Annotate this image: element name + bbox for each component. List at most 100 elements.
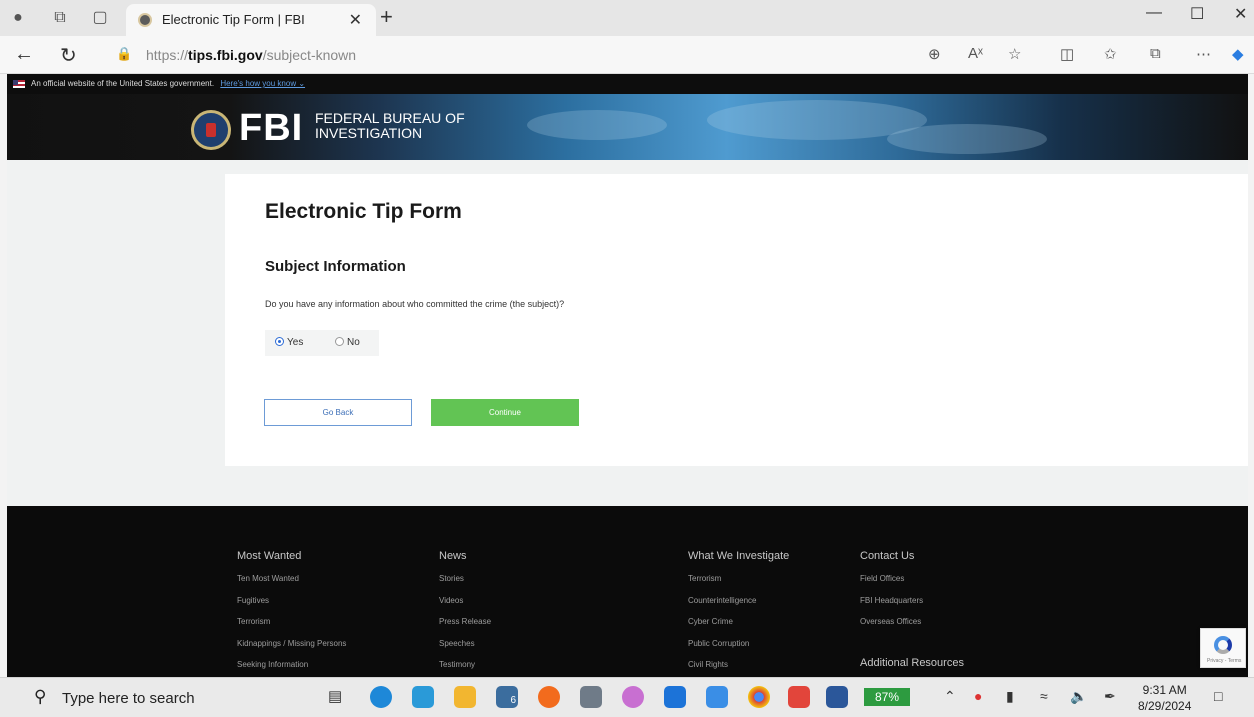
- fbi-header-banner: FBI FEDERAL BUREAU OF INVESTIGATION: [7, 94, 1248, 160]
- radio-no[interactable]: No: [335, 337, 360, 348]
- radio-yes[interactable]: Yes: [275, 337, 303, 348]
- footer-col-most-wanted: Most Wanted Ten Most Wanted Fugitives Te…: [237, 550, 346, 677]
- footer-link[interactable]: Press Release: [439, 617, 491, 639]
- pen-icon[interactable]: ✒: [1104, 688, 1116, 705]
- maximize-icon[interactable]: ☐: [1190, 4, 1204, 24]
- footer-heading-additional[interactable]: Additional Resources: [860, 657, 964, 669]
- footer-col-investigate: What We Investigate Terrorism Counterint…: [688, 550, 789, 677]
- teamviewer-icon[interactable]: [664, 686, 686, 708]
- footer-link[interactable]: Overseas Offices: [860, 617, 964, 639]
- site-footer: Most Wanted Ten Most Wanted Fugitives Te…: [7, 506, 1248, 677]
- tab-actions-icon[interactable]: ▢: [90, 8, 110, 28]
- back-icon[interactable]: ←: [14, 43, 34, 66]
- page-title: Electronic Tip Form: [265, 200, 462, 223]
- minimize-icon[interactable]: —: [1146, 4, 1162, 22]
- url-field[interactable]: 🔒 https://tips.fbi.gov/subject-known: [112, 42, 942, 68]
- window-close-icon[interactable]: ✕: [1234, 4, 1247, 24]
- zoom-icon[interactable]: ⊕: [928, 45, 941, 63]
- fbi-favicon-icon: [138, 13, 152, 27]
- clock[interactable]: 9:31 AM 8/29/2024: [1138, 682, 1191, 714]
- footer-heading[interactable]: What We Investigate: [688, 550, 789, 562]
- site-info-icon[interactable]: 🔒: [116, 46, 132, 62]
- footer-link[interactable]: Terrorism: [688, 574, 789, 596]
- continue-button[interactable]: Continue: [431, 399, 579, 426]
- more-icon[interactable]: ⋯: [1196, 45, 1211, 63]
- word-icon[interactable]: [826, 686, 848, 708]
- volume-icon[interactable]: 🔈: [1070, 688, 1087, 705]
- tab-close-icon[interactable]: ✕: [349, 10, 362, 30]
- footer-link[interactable]: Testimony: [439, 660, 491, 677]
- file-explorer-icon[interactable]: [454, 686, 476, 708]
- notifications-icon[interactable]: □: [1214, 688, 1222, 704]
- anydesk-icon[interactable]: [788, 686, 810, 708]
- radio-yes-indicator[interactable]: [275, 337, 284, 346]
- gov-banner: An official website of the United States…: [7, 74, 1248, 94]
- subject-known-radio-group: Yes No: [265, 330, 379, 356]
- footer-heading[interactable]: Most Wanted: [237, 550, 346, 562]
- read-aloud-icon[interactable]: Aˣ: [968, 45, 983, 62]
- fbi-seal-icon[interactable]: [191, 110, 231, 150]
- footer-link[interactable]: Speeches: [439, 639, 491, 661]
- snipping-tool-icon[interactable]: [622, 686, 644, 708]
- footer-link[interactable]: Ten Most Wanted: [237, 574, 346, 596]
- fbi-org-name[interactable]: FEDERAL BUREAU OF INVESTIGATION: [315, 111, 465, 141]
- gov-banner-link[interactable]: Here's how you know ⌄: [220, 79, 305, 88]
- subject-question: Do you have any information about who co…: [265, 299, 565, 309]
- edge-icon[interactable]: [370, 686, 392, 708]
- taskbar-search[interactable]: ⚲ Type here to search: [24, 683, 314, 713]
- footer-link[interactable]: Public Corruption: [688, 639, 789, 661]
- recaptcha-icon: [1214, 636, 1232, 654]
- footer-link[interactable]: Cyber Crime: [688, 617, 789, 639]
- mail-icon[interactable]: [412, 686, 434, 708]
- collections-icon[interactable]: ⧉: [1150, 45, 1161, 62]
- footer-link[interactable]: Field Offices: [860, 574, 964, 596]
- taskbar-search-placeholder: Type here to search: [62, 690, 195, 707]
- us-flag-icon: [13, 80, 25, 88]
- radio-no-indicator[interactable]: [335, 337, 344, 346]
- app-with-badge-icon[interactable]: 6: [496, 686, 518, 708]
- chat-app-icon[interactable]: [706, 686, 728, 708]
- footer-link[interactable]: Seeking Information: [237, 660, 346, 677]
- new-tab-button[interactable]: +: [380, 4, 393, 30]
- workspaces-icon[interactable]: ⧉: [50, 8, 70, 28]
- footer-link[interactable]: Stories: [439, 574, 491, 596]
- tab-title: Electronic Tip Form | FBI: [162, 12, 305, 27]
- profile-icon[interactable]: ●: [8, 8, 28, 28]
- footer-link[interactable]: Civil Rights: [688, 660, 789, 677]
- recaptcha-badge[interactable]: Privacy - Terms: [1200, 628, 1246, 668]
- browser-tab[interactable]: Electronic Tip Form | FBI ✕: [126, 4, 376, 36]
- security-tray-icon[interactable]: ●: [974, 688, 982, 704]
- taskbar: ⚲ Type here to search ▤ 6 87% ⌃ ● ▮ ≈ 🔈 …: [0, 677, 1254, 717]
- browser-tab-strip: ● ⧉ ▢ Electronic Tip Form | FBI ✕ + — ☐ …: [0, 0, 1254, 36]
- task-view-icon[interactable]: ▤: [328, 686, 350, 708]
- gov-banner-text: An official website of the United States…: [31, 79, 215, 88]
- footer-link[interactable]: Videos: [439, 596, 491, 618]
- url-text: https://tips.fbi.gov/subject-known: [146, 47, 357, 63]
- favorite-icon[interactable]: ☆: [1008, 45, 1021, 63]
- recaptcha-terms[interactable]: Privacy - Terms: [1207, 658, 1241, 664]
- footer-link[interactable]: FBI Headquarters: [860, 596, 964, 618]
- section-title: Subject Information: [265, 258, 406, 275]
- footer-heading[interactable]: Contact Us: [860, 550, 964, 562]
- calculator-icon[interactable]: [580, 686, 602, 708]
- copilot-icon[interactable]: ◆: [1232, 45, 1244, 63]
- orange-app-icon[interactable]: [538, 686, 560, 708]
- chrome-icon[interactable]: [748, 686, 770, 708]
- footer-link[interactable]: Fugitives: [237, 596, 346, 618]
- favorites-icon[interactable]: ✩: [1104, 45, 1117, 63]
- fbi-logo-text[interactable]: FBI: [239, 107, 303, 150]
- footer-heading[interactable]: News: [439, 550, 491, 562]
- refresh-icon[interactable]: ↻: [60, 43, 77, 68]
- battery-tray-icon[interactable]: ▮: [1006, 688, 1014, 705]
- tip-form-card: Electronic Tip Form Subject Information …: [225, 174, 1248, 466]
- footer-col-contact: Contact Us Field Offices FBI Headquarter…: [860, 550, 964, 669]
- footer-link[interactable]: Terrorism: [237, 617, 346, 639]
- wifi-icon[interactable]: ≈: [1040, 688, 1048, 704]
- footer-link[interactable]: Counterintelligence: [688, 596, 789, 618]
- footer-link[interactable]: Kidnappings / Missing Persons: [237, 639, 346, 661]
- show-hidden-icons-icon[interactable]: ⌃: [944, 688, 956, 705]
- go-back-button[interactable]: Go Back: [264, 399, 412, 426]
- battery-indicator[interactable]: 87%: [864, 688, 910, 706]
- split-screen-icon[interactable]: ◫: [1060, 45, 1074, 63]
- address-bar-row: ← ↻ 🔒 https://tips.fbi.gov/subject-known…: [0, 36, 1254, 74]
